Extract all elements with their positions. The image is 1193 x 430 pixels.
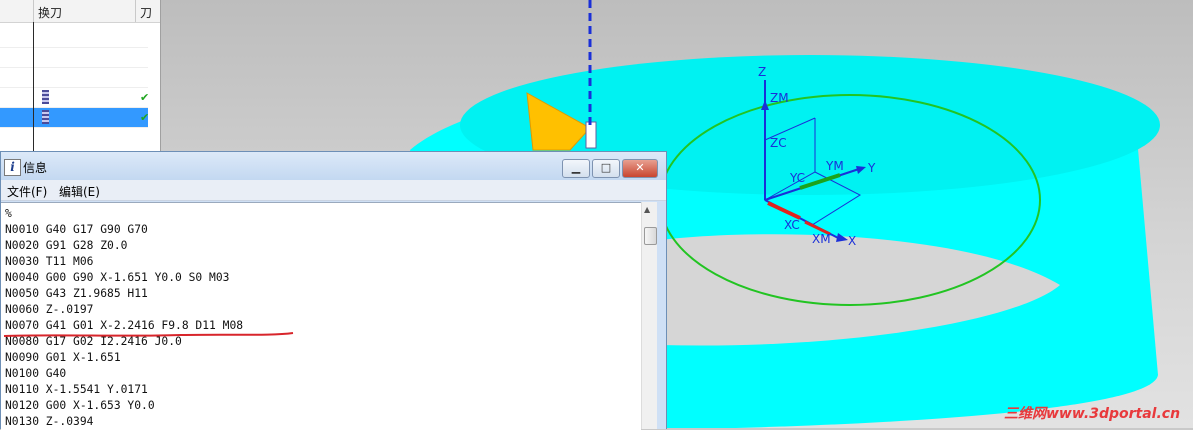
window-titlebar[interactable]: i 信息 ▁ □ ✕ [1,152,666,180]
operation-navigator: 换刀 刀 ✔ ✔ [0,0,161,152]
navigator-row[interactable] [0,68,148,88]
axis-label-xc: XC [784,218,800,232]
navigator-header: 换刀 刀 [0,0,160,23]
info-icon: i [4,159,21,176]
tool-change-icon [42,110,49,124]
navigator-row[interactable] [0,28,148,48]
nc-code-text-area[interactable]: % N0010 G40 G17 G90 G70 N0020 G91 G28 Z0… [1,202,641,430]
tool-change-icon [42,90,49,104]
vertical-scrollbar[interactable]: ▲ [641,202,658,429]
watermark-url: www.3dportal.cn [1046,406,1181,422]
menu-bar: 文件(F) 编辑(E) [1,180,666,201]
axis-label-zc: ZC [770,136,787,150]
scroll-up-arrow-icon[interactable]: ▲ [644,205,650,214]
column-header-tool[interactable]: 刀 [140,4,152,21]
check-icon: ✔ [140,111,150,124]
column-separator [33,0,34,22]
navigator-row[interactable]: ✔ [0,88,150,108]
menu-edit[interactable]: 编辑(E) [59,183,100,200]
navigator-row[interactable] [0,48,148,68]
menu-file[interactable]: 文件(F) [7,183,47,200]
tree-line [33,22,34,152]
information-window[interactable]: i 信息 ▁ □ ✕ 文件(F) 编辑(E) % N0010 G40 G17 G… [0,151,667,430]
maximize-button[interactable]: □ [592,159,620,178]
red-underline-annotation [3,332,294,337]
axis-label-y: Y [867,161,876,175]
check-icon: ✔ [140,91,150,104]
axis-label-x: X [848,234,856,248]
scroll-thumb[interactable] [644,227,657,245]
watermark: 三维网www.3dportal.cn [1004,403,1180,423]
column-separator [135,0,136,22]
minimize-button[interactable]: ▁ [562,159,590,178]
navigator-row-selected[interactable]: ✔ [0,108,150,128]
tool-holder [585,121,597,149]
axis-label-ym: YM [825,159,844,173]
axis-label-yc: YC [789,171,805,185]
watermark-cn: 三维网 [1004,406,1046,422]
window-border [657,202,666,429]
close-button[interactable]: ✕ [622,159,658,178]
axis-label-xm: XM [812,232,831,246]
axis-label-zm: ZM [770,91,789,105]
axis-label-z: Z [758,65,766,79]
window-title: 信息 [23,161,48,175]
column-header-toolchange[interactable]: 换刀 [38,4,62,21]
